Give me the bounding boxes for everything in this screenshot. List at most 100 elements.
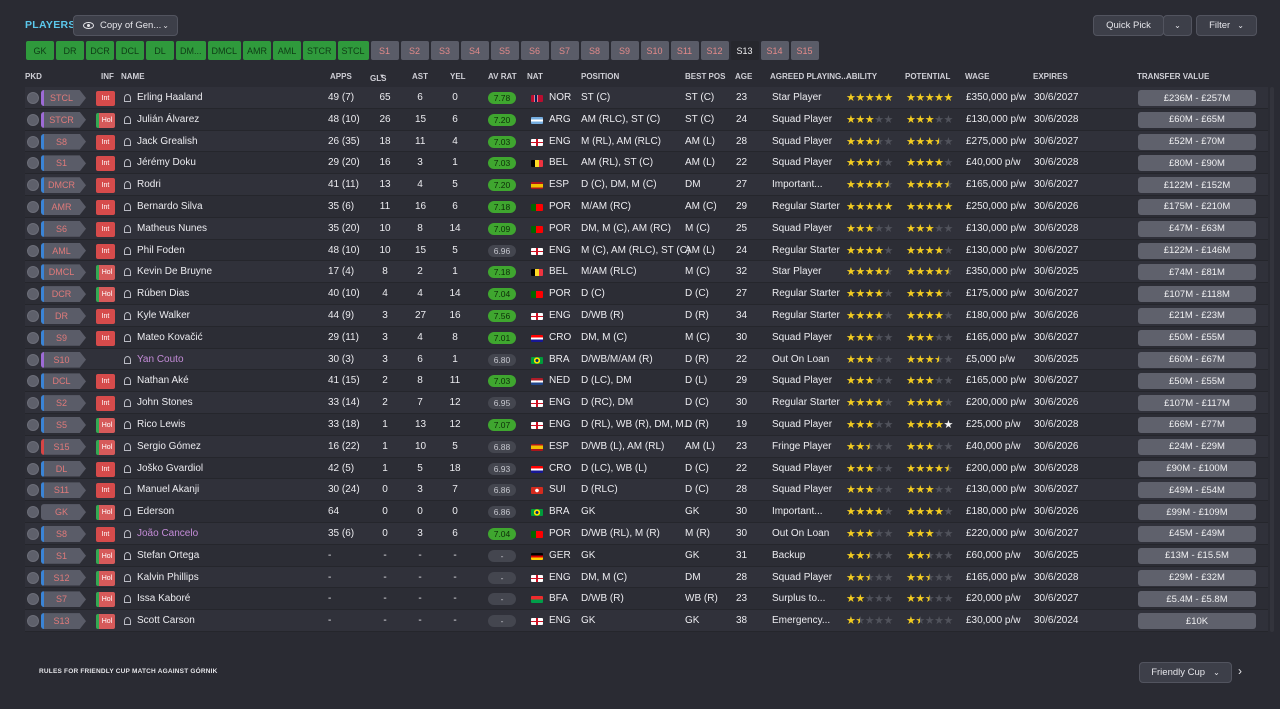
table-row[interactable]: S13 Hol Scott Carson - - - - - ENG GK GK 38 Emergenc… <box>25 610 1268 632</box>
pick-checkbox[interactable] <box>27 244 39 257</box>
col-best-pos[interactable]: BEST POS <box>685 72 725 81</box>
transfer-value-badge[interactable]: £60M - £65M <box>1138 111 1256 128</box>
position-tab-s7[interactable]: S7 <box>550 41 579 60</box>
selected-role-dropdown[interactable]: GK <box>41 504 86 521</box>
position-tab-dm[interactable]: DM... <box>176 41 206 60</box>
transfer-value-badge[interactable]: £13M - £15.5M <box>1138 547 1256 564</box>
player-name[interactable]: João Cancelo <box>137 528 198 539</box>
position-tab-stcr[interactable]: STCR <box>303 41 336 60</box>
transfer-value-badge[interactable]: £29M - £32M <box>1138 569 1256 586</box>
transfer-value-badge[interactable]: £90M - £100M <box>1138 460 1256 477</box>
pick-checkbox[interactable] <box>27 462 39 475</box>
selected-role-dropdown[interactable]: DCR <box>41 286 86 303</box>
table-row[interactable]: STCL Int Erling Haaland 49 (7) 65 6 0 7.78 NOR ST… <box>25 87 1268 109</box>
table-row[interactable]: S8 Int Jack Grealish 26 (35) 18 11 4 7.03 ENG M (… <box>25 130 1268 153</box>
position-tab-s10[interactable]: S10 <box>640 41 669 60</box>
player-name[interactable]: Bernardo Silva <box>137 201 203 212</box>
player-name[interactable]: Kyle Walker <box>137 310 190 321</box>
view-dropdown[interactable]: Copy of Gen... ⌄ <box>73 15 178 36</box>
transfer-value-badge[interactable]: £80M - £90M <box>1138 155 1256 172</box>
position-tab-gk[interactable]: GK <box>26 41 54 60</box>
table-row[interactable]: S12 Hol Kalvin Phillips - - - - - ENG DM, M (C) DM… <box>25 566 1268 589</box>
col-ability[interactable]: ABILITY <box>846 72 877 81</box>
selected-role-dropdown[interactable]: DR <box>41 307 86 324</box>
position-tab-s9[interactable]: S9 <box>610 41 639 60</box>
selected-role-dropdown[interactable]: DL <box>41 460 86 477</box>
transfer-value-badge[interactable]: £107M - £117M <box>1138 395 1256 412</box>
selected-role-dropdown[interactable]: S5 <box>41 416 86 433</box>
transfer-value-badge[interactable]: £21M - £23M <box>1138 307 1256 324</box>
selected-role-dropdown[interactable]: AML <box>41 242 86 259</box>
position-tab-s12[interactable]: S12 <box>700 41 729 60</box>
player-name[interactable]: Jack Grealish <box>137 136 198 147</box>
transfer-value-badge[interactable]: £45M - £49M <box>1138 525 1256 542</box>
player-name[interactable]: Stefan Ortega <box>137 550 199 561</box>
pick-checkbox[interactable] <box>27 266 39 279</box>
transfer-value-badge[interactable]: £47M - £63M <box>1138 220 1256 237</box>
table-row[interactable]: S10 Yan Couto 30 (3) 3 6 1 6.80 BRA D/WB/M/AM (R… <box>25 348 1268 371</box>
transfer-value-badge[interactable]: £122M - £152M <box>1138 177 1256 194</box>
position-tab-dcr[interactable]: DCR <box>86 41 114 60</box>
col-apps[interactable]: APPS <box>330 72 352 81</box>
player-name[interactable]: Julián Álvarez <box>137 114 199 125</box>
player-name[interactable]: Sergio Gómez <box>137 441 201 452</box>
selected-role-dropdown[interactable]: S6 <box>41 220 86 237</box>
pick-checkbox[interactable] <box>27 549 39 562</box>
player-name[interactable]: Rico Lewis <box>137 419 185 430</box>
chevron-right-icon[interactable]: › <box>1238 664 1242 678</box>
selected-role-dropdown[interactable]: S7 <box>41 591 86 608</box>
position-tab-stcl[interactable]: STCL <box>337 41 369 60</box>
pick-checkbox[interactable] <box>27 484 39 497</box>
col-name[interactable]: NAME <box>121 72 145 81</box>
col-wage[interactable]: WAGE <box>965 72 989 81</box>
pick-checkbox[interactable] <box>27 222 39 235</box>
position-tab-s1[interactable]: S1 <box>370 41 399 60</box>
position-tab-dr[interactable]: DR <box>56 41 84 60</box>
table-row[interactable]: STCR Hol Julián Álvarez 48 (10) 26 15 6 7.20 ARG… <box>25 108 1268 131</box>
selected-role-dropdown[interactable]: S2 <box>41 395 86 412</box>
competition-dropdown[interactable]: Friendly Cup ⌄ <box>1139 662 1232 683</box>
table-row[interactable]: S1 Hol Stefan Ortega - - - - - GER GK GK 31 Backup ★★… <box>25 544 1268 567</box>
table-row[interactable]: AMR Int Bernardo Silva 35 (6) 11 16 6 7.18 POR M/… <box>25 195 1268 218</box>
player-name[interactable]: Matheus Nunes <box>137 223 207 234</box>
player-name[interactable]: Nathan Aké <box>137 375 189 386</box>
player-name[interactable]: Kalvin Phillips <box>137 572 199 583</box>
selected-role-dropdown[interactable]: S1 <box>41 155 86 172</box>
pick-checkbox[interactable] <box>27 571 39 584</box>
position-tab-s3[interactable]: S3 <box>430 41 459 60</box>
table-row[interactable]: S8 Int João Cancelo 35 (6) 0 3 6 7.04 POR D/WB (R… <box>25 522 1268 545</box>
position-tab-s2[interactable]: S2 <box>400 41 429 60</box>
pick-checkbox[interactable] <box>27 440 39 453</box>
pick-checkbox[interactable] <box>27 92 39 104</box>
table-row[interactable]: DCL Int Nathan Aké 41 (15) 2 8 11 7.03 NED D (LC)… <box>25 370 1268 393</box>
selected-role-dropdown[interactable]: S15 <box>41 438 86 455</box>
transfer-value-badge[interactable]: £99M - £109M <box>1138 504 1256 521</box>
selected-role-dropdown[interactable]: STCL <box>41 90 86 106</box>
position-tab-aml[interactable]: AML <box>273 41 302 60</box>
pick-checkbox[interactable] <box>27 309 39 322</box>
col-av-rat[interactable]: AV RAT <box>488 72 517 81</box>
player-name[interactable]: Joško Gvardiol <box>137 463 203 474</box>
quick-pick-button[interactable]: Quick Pick <box>1093 15 1164 36</box>
position-tab-dcl[interactable]: DCL <box>116 41 144 60</box>
table-row[interactable]: DMCR Int Rodri 41 (11) 13 4 5 7.20 ESP D (C), DM,… <box>25 174 1268 196</box>
player-name[interactable]: Rúben Dias <box>137 288 189 299</box>
scrollbar[interactable] <box>1270 87 1274 632</box>
pick-checkbox[interactable] <box>27 397 39 410</box>
player-name[interactable]: Manuel Akanji <box>137 484 199 495</box>
pick-checkbox[interactable] <box>27 506 39 519</box>
transfer-value-badge[interactable]: £175M - £210M <box>1138 198 1256 215</box>
col-inf[interactable]: INF <box>101 72 114 81</box>
pick-checkbox[interactable] <box>27 113 39 126</box>
col-position[interactable]: POSITION <box>581 72 619 81</box>
transfer-value-badge[interactable]: £24M - £29M <box>1138 438 1256 455</box>
col-pkd[interactable]: PKD <box>25 72 42 81</box>
selected-role-dropdown[interactable]: S11 <box>41 482 86 499</box>
transfer-value-badge[interactable]: £107M - £118M <box>1138 286 1256 303</box>
selected-role-dropdown[interactable]: S8 <box>41 525 86 542</box>
pick-checkbox[interactable] <box>27 527 39 540</box>
position-tab-s6[interactable]: S6 <box>520 41 549 60</box>
pick-checkbox[interactable] <box>27 135 39 148</box>
pick-checkbox[interactable] <box>27 353 39 366</box>
player-name[interactable]: Phil Foden <box>137 245 185 256</box>
